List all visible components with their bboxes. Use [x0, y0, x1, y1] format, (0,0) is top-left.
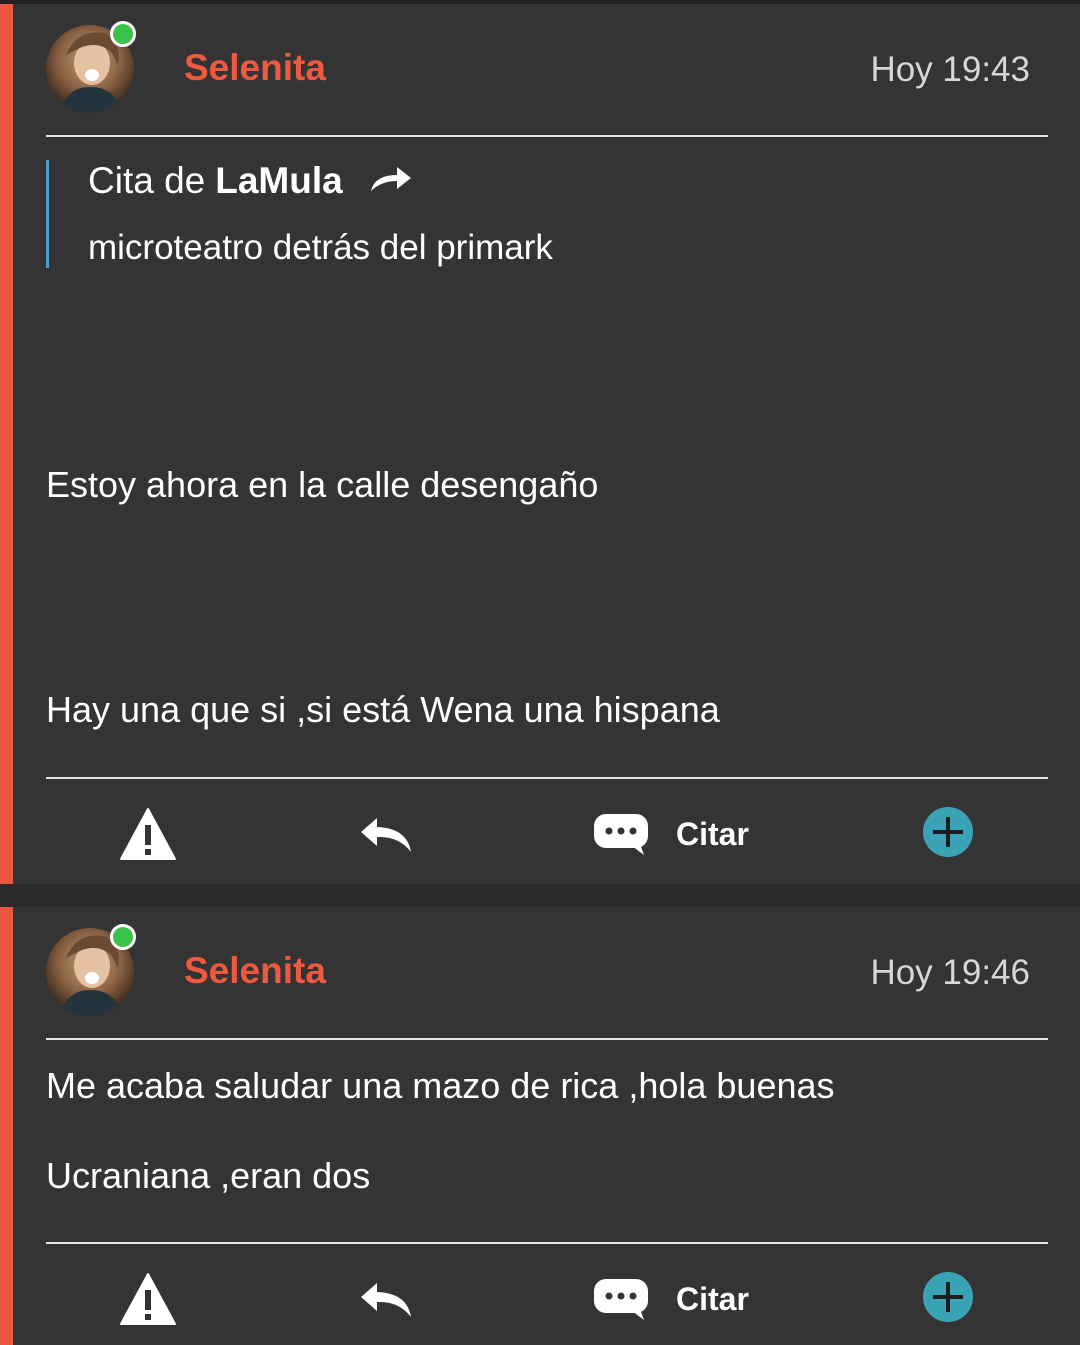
- reply-icon: [361, 1283, 411, 1317]
- go-to-quote-icon[interactable]: [369, 160, 413, 202]
- footer-divider: [46, 1242, 1048, 1244]
- username[interactable]: Selenita: [184, 47, 326, 89]
- reply-button[interactable]: [354, 1269, 418, 1329]
- online-status-dot: [110, 924, 136, 950]
- quote-button[interactable]: Citar: [592, 1269, 749, 1329]
- post-accent-bar: [0, 4, 13, 884]
- warning-icon: [120, 808, 176, 860]
- post-timestamp: Hoy 19:43: [870, 50, 1030, 89]
- message-line: Me acaba saludar una mazo de rica ,hola …: [46, 1065, 835, 1106]
- online-status-dot: [110, 21, 136, 47]
- quote-text: microteatro detrás del primark: [88, 228, 553, 267]
- post-timestamp: Hoy 19:46: [870, 953, 1030, 992]
- reply-button[interactable]: [354, 804, 418, 864]
- quote-bar: [46, 160, 49, 268]
- avatar[interactable]: [46, 924, 136, 1016]
- message-line: Estoy ahora en la calle desengaño: [46, 464, 599, 505]
- message-line: Hay una que si ,si está Wena una hispana: [46, 689, 720, 730]
- username[interactable]: Selenita: [184, 950, 326, 992]
- warning-icon: [120, 1273, 176, 1325]
- plus-circle-icon: [923, 1272, 973, 1322]
- quote-button-label: Citar: [676, 1280, 749, 1317]
- quote-prefix: Cita de: [88, 160, 206, 201]
- speech-bubble-icon: [594, 814, 648, 855]
- post-accent-bar: [0, 907, 13, 1345]
- quote-header: Cita de LaMula: [88, 160, 413, 202]
- report-button[interactable]: [118, 804, 178, 864]
- more-button[interactable]: [920, 804, 976, 860]
- reply-icon: [361, 818, 411, 852]
- footer-divider: [46, 777, 1048, 779]
- quote-button-label: Citar: [676, 815, 749, 852]
- post: Selenita Hoy 19:46 Me acaba saludar una …: [0, 907, 1080, 1345]
- report-button[interactable]: [118, 1269, 178, 1329]
- quote-author[interactable]: LaMula: [215, 160, 342, 202]
- speech-bubble-icon: [594, 1279, 648, 1320]
- post: Selenita Hoy 19:43 Cita de LaMula microt…: [0, 4, 1080, 884]
- message-line: Ucraniana ,eran dos: [46, 1155, 371, 1196]
- quote-button[interactable]: Citar: [592, 804, 749, 864]
- header-divider: [46, 135, 1048, 137]
- more-button[interactable]: [920, 1269, 976, 1325]
- header-divider: [46, 1038, 1048, 1040]
- plus-circle-icon: [923, 807, 973, 857]
- avatar[interactable]: [46, 21, 136, 113]
